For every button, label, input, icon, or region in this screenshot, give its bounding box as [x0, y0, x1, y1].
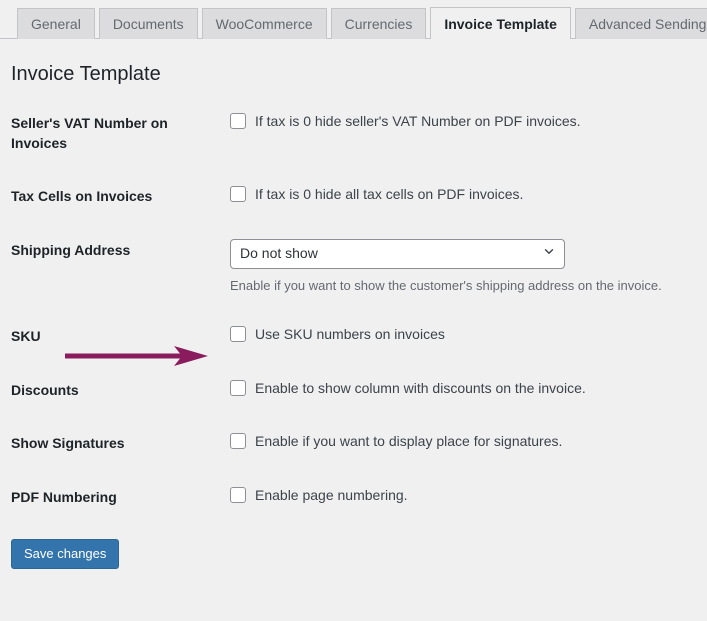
checkbox-input[interactable]: [230, 325, 246, 342]
checkbox-label[interactable]: Enable if you want to display place for …: [255, 432, 562, 451]
tab-documents[interactable]: Documents: [98, 8, 198, 39]
field-label-tax-cells: Tax Cells on Invoices: [11, 188, 153, 205]
settings-tab-bar: General Documents WooCommerce Currencies…: [0, 0, 707, 39]
field-label-pdf-numbering: PDF Numbering: [11, 488, 117, 505]
submit-area: Save changes: [0, 524, 707, 570]
field-control-pdf-numbering: Enable page numbering.: [230, 471, 707, 525]
table-row: SKU Use SKU numbers on invoices: [0, 310, 707, 364]
field-label-show-signatures: Show Signatures: [11, 435, 125, 452]
shipping-address-description: Enable if you want to show the customer'…: [230, 277, 662, 293]
checkbox-input[interactable]: [230, 186, 246, 203]
field-label-shipping-address: Shipping Address: [11, 241, 131, 258]
table-row: Seller's VAT Number on Invoices If tax i…: [0, 97, 707, 170]
tab-invoice-template[interactable]: Invoice Template: [430, 7, 571, 39]
save-changes-button[interactable]: Save changes: [11, 539, 120, 570]
checkbox-input[interactable]: [230, 486, 246, 503]
shipping-address-select-wrapper: Do not show: [230, 238, 565, 269]
field-control-discounts: Enable to show column with discounts on …: [230, 364, 707, 418]
checkbox-input[interactable]: [230, 113, 246, 129]
field-control-sellers-vat-number: If tax is 0 hide seller's VAT Number on …: [230, 97, 707, 170]
tab-woocommerce[interactable]: WooCommerce: [201, 8, 327, 39]
shipping-address-selected-value: Do not show: [240, 245, 318, 262]
checkbox-discounts[interactable]: Enable to show column with discounts on …: [230, 379, 697, 398]
page-title: Invoice Template: [11, 63, 161, 85]
tab-currencies[interactable]: Currencies: [330, 8, 427, 39]
table-row: Discounts Enable to show column with dis…: [0, 364, 707, 418]
field-label-sellers-vat-number: Seller's VAT Number on Invoices: [11, 115, 168, 151]
table-row: Shipping Address Do not show Enable if y…: [0, 224, 707, 310]
field-control-tax-cells: If tax is 0 hide all tax cells on PDF in…: [230, 170, 707, 224]
shipping-address-select[interactable]: Do not show: [230, 238, 565, 269]
checkbox-label[interactable]: Enable to show column with discounts on …: [255, 379, 586, 398]
table-row: PDF Numbering Enable page numbering.: [0, 471, 707, 525]
invoice-template-settings-table: Seller's VAT Number on Invoices If tax i…: [0, 97, 707, 524]
checkbox-label[interactable]: If tax is 0 hide all tax cells on PDF in…: [255, 185, 523, 204]
tab-advanced-sending[interactable]: Advanced Sending: [574, 8, 707, 39]
table-row: Show Signatures Enable if you want to di…: [0, 417, 707, 471]
checkbox-tax-cells[interactable]: If tax is 0 hide all tax cells on PDF in…: [230, 185, 697, 204]
field-control-sku: Use SKU numbers on invoices: [230, 310, 707, 364]
checkbox-show-signatures[interactable]: Enable if you want to display place for …: [230, 432, 697, 451]
checkbox-label[interactable]: If tax is 0 hide seller's VAT Number on …: [255, 112, 581, 131]
field-label-sku: SKU: [11, 327, 41, 344]
field-control-shipping-address: Do not show Enable if you want to show t…: [230, 224, 707, 310]
checkbox-label[interactable]: Use SKU numbers on invoices: [255, 325, 445, 344]
table-row: Tax Cells on Invoices If tax is 0 hide a…: [0, 170, 707, 224]
checkbox-label[interactable]: Enable page numbering.: [255, 486, 408, 505]
checkbox-input[interactable]: [230, 433, 246, 450]
checkbox-sku[interactable]: Use SKU numbers on invoices: [230, 325, 697, 344]
checkbox-input[interactable]: [230, 379, 246, 396]
tab-general[interactable]: General: [17, 8, 95, 39]
checkbox-pdf-numbering[interactable]: Enable page numbering.: [230, 486, 697, 505]
checkbox-sellers-vat-number[interactable]: If tax is 0 hide seller's VAT Number on …: [230, 112, 697, 131]
field-label-discounts: Discounts: [11, 381, 79, 398]
field-control-show-signatures: Enable if you want to display place for …: [230, 417, 707, 471]
